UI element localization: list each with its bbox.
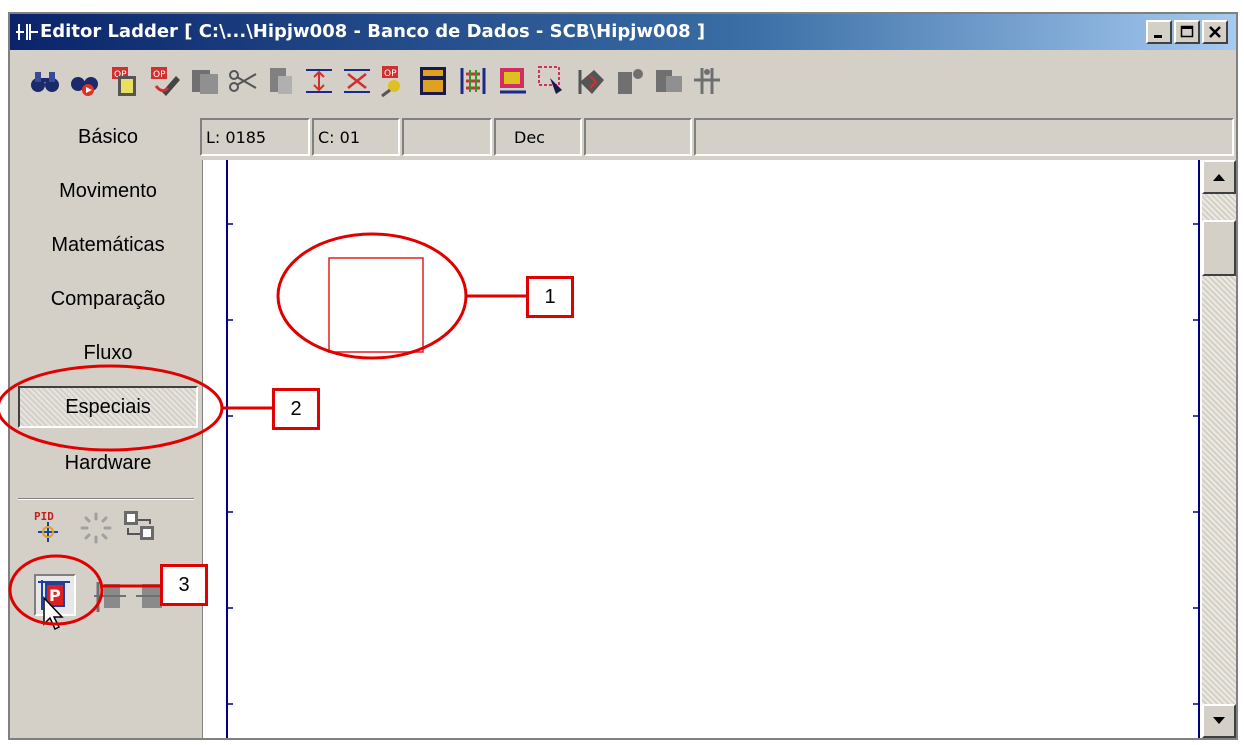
online-compare-icon[interactable] xyxy=(456,64,490,98)
insert-line-icon[interactable] xyxy=(302,64,336,98)
category-movimento[interactable]: Movimento xyxy=(18,170,198,212)
calculator-icon[interactable] xyxy=(416,64,450,98)
minimize-button[interactable] xyxy=(1146,20,1172,44)
close-icon xyxy=(1209,26,1221,38)
callout-label-1: 1 xyxy=(526,276,574,318)
category-basico[interactable]: Básico xyxy=(18,116,198,158)
paste-icon[interactable] xyxy=(264,64,298,98)
binoculars-icon[interactable] xyxy=(28,64,62,98)
download-icon[interactable] xyxy=(652,64,686,98)
status-bar: L: 0185 C: 01 Dec xyxy=(200,118,1236,158)
scroll-thumb[interactable] xyxy=(1202,220,1236,276)
scan-cycle-icon[interactable] xyxy=(78,510,114,546)
category-hardware[interactable]: Hardware xyxy=(18,442,198,484)
status-field-3 xyxy=(402,118,492,156)
svg-text:OP: OP xyxy=(153,70,166,80)
find-next-icon[interactable] xyxy=(68,64,102,98)
category-especiais[interactable]: Especiais xyxy=(18,386,198,428)
op-search-icon[interactable]: OP xyxy=(378,64,412,98)
window-title: Editor Ladder [ C:\...\Hipjw008 - Banco … xyxy=(40,21,706,42)
close-button[interactable] xyxy=(1202,20,1228,44)
ladder-app-icon xyxy=(16,24,38,40)
transfer-icon[interactable] xyxy=(496,64,530,98)
ladder-logic-icon[interactable] xyxy=(690,64,724,98)
callout-label-2: 2 xyxy=(272,388,320,430)
callout-label-3: 3 xyxy=(160,564,208,606)
ladder-editor-window: Editor Ladder [ C:\...\Hipjw008 - Banco … xyxy=(8,12,1238,740)
plc-transfer-icon[interactable] xyxy=(612,64,646,98)
scroll-up-button[interactable] xyxy=(1202,160,1236,194)
ladder-canvas[interactable] xyxy=(202,160,1202,738)
maximize-icon xyxy=(1180,25,1194,38)
sidebar-divider xyxy=(18,498,194,500)
scroll-down-button[interactable] xyxy=(1202,704,1236,738)
selection-cell-cursor[interactable] xyxy=(328,257,424,353)
category-matematicas[interactable]: Matemáticas xyxy=(18,224,198,266)
mouse-pointer-icon xyxy=(43,596,64,631)
category-fluxo[interactable]: Fluxo xyxy=(18,332,198,374)
ladder-rails xyxy=(226,160,1200,738)
op-edit-icon[interactable]: OP xyxy=(148,64,182,98)
pid-icon-label: PID xyxy=(34,510,54,523)
instruction-category-sidebar: Básico Movimento Matemáticas Comparação … xyxy=(10,112,200,738)
maximize-button[interactable] xyxy=(1174,20,1200,44)
status-field-6 xyxy=(694,118,1234,156)
check-icon[interactable] xyxy=(536,64,570,98)
verify-icon[interactable] xyxy=(574,64,608,98)
delete-line-icon[interactable] xyxy=(340,64,374,98)
line-indicator: L: 0185 xyxy=(200,118,310,156)
number-base-indicator: Dec xyxy=(494,118,582,156)
svg-text:OP: OP xyxy=(384,69,397,79)
vertical-scrollbar[interactable] xyxy=(1202,160,1236,738)
block-icon-1[interactable] xyxy=(92,578,128,614)
minimize-icon xyxy=(1154,35,1162,38)
op-document-icon[interactable]: OP xyxy=(108,64,142,98)
title-bar[interactable]: Editor Ladder [ C:\...\Hipjw008 - Banco … xyxy=(10,14,1236,50)
toolbar: OP OP OP xyxy=(10,50,1236,112)
column-indicator: C: 01 xyxy=(312,118,400,156)
arrow-up-icon xyxy=(1213,174,1225,181)
arrow-down-icon xyxy=(1213,717,1225,724)
pid-icon[interactable]: PID xyxy=(32,508,68,544)
status-field-5 xyxy=(584,118,692,156)
copy-icon[interactable] xyxy=(188,64,222,98)
cut-icon[interactable] xyxy=(226,64,260,98)
data-transfer-icon[interactable] xyxy=(120,508,156,544)
category-comparacao[interactable]: Comparação xyxy=(18,278,198,320)
